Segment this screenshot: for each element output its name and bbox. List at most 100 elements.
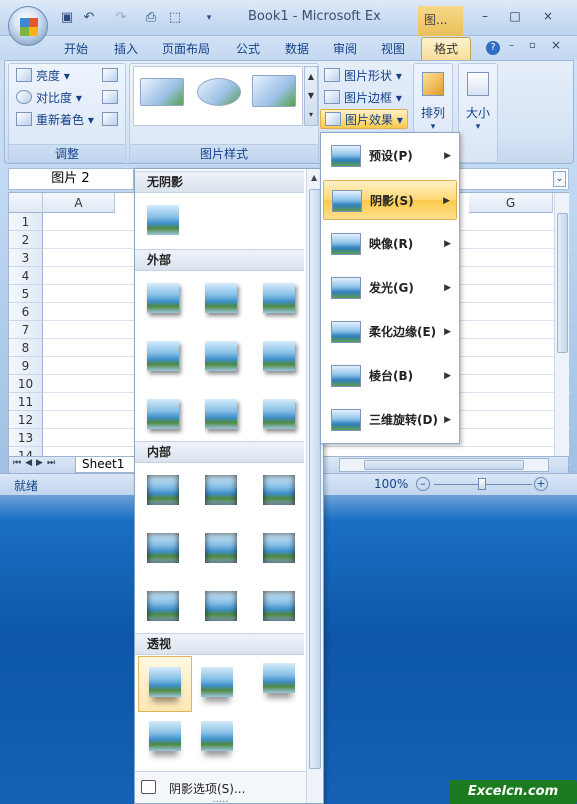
ribbon-minimize-icon[interactable]: –	[509, 40, 514, 51]
menu-item-preset[interactable]: 预设(P) ▶	[323, 136, 457, 176]
menu-item-soft-edges[interactable]: 柔化边缘(E) ▶	[323, 312, 457, 352]
submenu-arrow-icon: ▶	[444, 371, 451, 381]
row-header[interactable]: 11	[9, 393, 43, 411]
size-group[interactable]: 大小 ▾	[458, 63, 498, 163]
zoom-level[interactable]: 100%	[374, 477, 408, 491]
shadow-option-outer[interactable]	[263, 341, 295, 371]
shadow-option-inner[interactable]	[147, 533, 179, 563]
undo-icon[interactable]: ↶	[80, 10, 98, 26]
workbook-close-icon[interactable]: ×	[551, 38, 561, 52]
tab-review[interactable]: 审阅	[333, 39, 357, 59]
tab-page-layout[interactable]: 页面布局	[162, 39, 210, 59]
compress-pictures-icon[interactable]	[102, 68, 118, 82]
tab-format[interactable]: 格式	[421, 37, 471, 61]
shadow-option-outer[interactable]	[263, 283, 295, 313]
shadow-option-outer[interactable]	[147, 283, 179, 313]
shadow-option-inner[interactable]	[205, 475, 237, 505]
sheet-tab-sheet1[interactable]: Sheet1	[75, 457, 135, 473]
shadow-option-perspective[interactable]	[263, 663, 295, 693]
zoom-out-icon[interactable]: –	[416, 477, 430, 491]
tab-insert[interactable]: 插入	[114, 39, 138, 59]
shadow-option-inner[interactable]	[147, 591, 179, 621]
menu-item-shadow[interactable]: 阴影(S) ▶	[323, 180, 457, 220]
scroll-up-icon[interactable]: ▲	[311, 173, 317, 182]
shadow-option-perspective[interactable]	[149, 721, 181, 751]
ribbon-restore-icon[interactable]: ▫	[529, 40, 536, 51]
close-button[interactable]: ×	[538, 8, 558, 24]
shadow-option-perspective[interactable]	[201, 667, 233, 697]
shadow-icon	[332, 190, 362, 212]
shadow-option-inner[interactable]	[263, 591, 295, 621]
formula-expand-icon[interactable]: ⌄	[553, 171, 566, 187]
office-button[interactable]	[8, 6, 48, 46]
row-header[interactable]: 3	[9, 249, 43, 267]
horizontal-scrollbar[interactable]	[339, 458, 549, 472]
tab-formulas[interactable]: 公式	[236, 39, 260, 59]
shadow-option-inner[interactable]	[205, 533, 237, 563]
recolor-button[interactable]: 重新着色 ▾	[16, 110, 94, 130]
row-header[interactable]: 2	[9, 231, 43, 249]
shadow-option-outer[interactable]	[205, 341, 237, 371]
picture-style-thumb[interactable]	[252, 75, 296, 107]
tab-view[interactable]: 视图	[381, 39, 405, 59]
shadow-option-inner[interactable]	[205, 591, 237, 621]
row-header[interactable]: 7	[9, 321, 43, 339]
maximize-button[interactable]: □	[505, 8, 525, 24]
qat-customize-icon[interactable]: ▾	[200, 10, 218, 26]
row-header[interactable]: 8	[9, 339, 43, 357]
shadow-option-outer[interactable]	[205, 283, 237, 313]
row-header[interactable]: 6	[9, 303, 43, 321]
help-icon[interactable]: ?	[486, 41, 500, 55]
vertical-scroll-thumb[interactable]	[557, 213, 568, 353]
shadow-option-outer[interactable]	[147, 399, 179, 429]
picture-style-thumb[interactable]	[197, 78, 241, 106]
horizontal-scroll-thumb[interactable]	[364, 460, 524, 470]
tab-data[interactable]: 数据	[285, 39, 309, 59]
shadow-option-inner[interactable]	[147, 475, 179, 505]
menu-item-glow[interactable]: 发光(G) ▶	[323, 268, 457, 308]
menu-item-3d-rotation[interactable]: 三维旋转(D) ▶	[323, 400, 457, 440]
gallery-scroll-buttons[interactable]: ▲ ▼ ▾	[304, 66, 318, 126]
picture-effects-button[interactable]: 图片效果 ▾	[320, 109, 408, 129]
reset-picture-icon[interactable]	[102, 112, 118, 126]
contrast-button[interactable]: 对比度 ▾	[16, 88, 82, 108]
shadow-option-perspective[interactable]	[201, 721, 233, 751]
save-icon[interactable]: ▣	[58, 10, 76, 26]
row-header[interactable]: 10	[9, 375, 43, 393]
picture-border-button[interactable]: 图片边框 ▾	[324, 88, 402, 108]
row-header[interactable]: 9	[9, 357, 43, 375]
row-header[interactable]: 12	[9, 411, 43, 429]
row-header[interactable]: 13	[9, 429, 43, 447]
picture-style-thumb[interactable]	[140, 78, 184, 106]
vertical-scrollbar[interactable]	[554, 193, 569, 457]
row-header[interactable]: 4	[9, 267, 43, 285]
change-picture-icon[interactable]	[102, 90, 118, 104]
name-box[interactable]: 图片 2	[8, 168, 134, 190]
resize-grip-icon[interactable]: .....	[135, 794, 306, 803]
select-all-corner[interactable]	[9, 193, 43, 213]
row-header[interactable]: 1	[9, 213, 43, 231]
brightness-button[interactable]: 亮度 ▾	[16, 66, 70, 86]
menu-item-reflection[interactable]: 映像(R) ▶	[323, 224, 457, 264]
column-header[interactable]: G	[469, 193, 553, 213]
shadow-option-perspective[interactable]	[149, 667, 181, 697]
zoom-in-icon[interactable]: +	[534, 477, 548, 491]
minimize-button[interactable]: –	[475, 8, 495, 24]
print-preview-icon[interactable]: ⎙	[142, 10, 160, 26]
menu-item-bevel[interactable]: 棱台(B) ▶	[323, 356, 457, 396]
shadow-option-outer[interactable]	[263, 399, 295, 429]
zoom-slider-thumb[interactable]	[478, 478, 486, 490]
picture-shape-button[interactable]: 图片形状 ▾	[324, 66, 402, 86]
redo-icon[interactable]: ↷	[112, 10, 130, 26]
column-header[interactable]: A	[43, 193, 115, 213]
tab-home[interactable]: 开始	[64, 39, 88, 59]
shadow-option-inner[interactable]	[263, 475, 295, 505]
sheet-nav-arrows-icon[interactable]: ⏮◀▶⏭	[13, 458, 59, 468]
shadow-option-outer[interactable]	[205, 399, 237, 429]
shadow-option-none[interactable]	[147, 205, 179, 235]
shadow-option-inner[interactable]	[263, 533, 295, 563]
view-buttons[interactable]	[322, 477, 368, 491]
select-objects-icon[interactable]: ⬚	[166, 10, 184, 26]
row-header[interactable]: 5	[9, 285, 43, 303]
shadow-option-outer[interactable]	[147, 341, 179, 371]
